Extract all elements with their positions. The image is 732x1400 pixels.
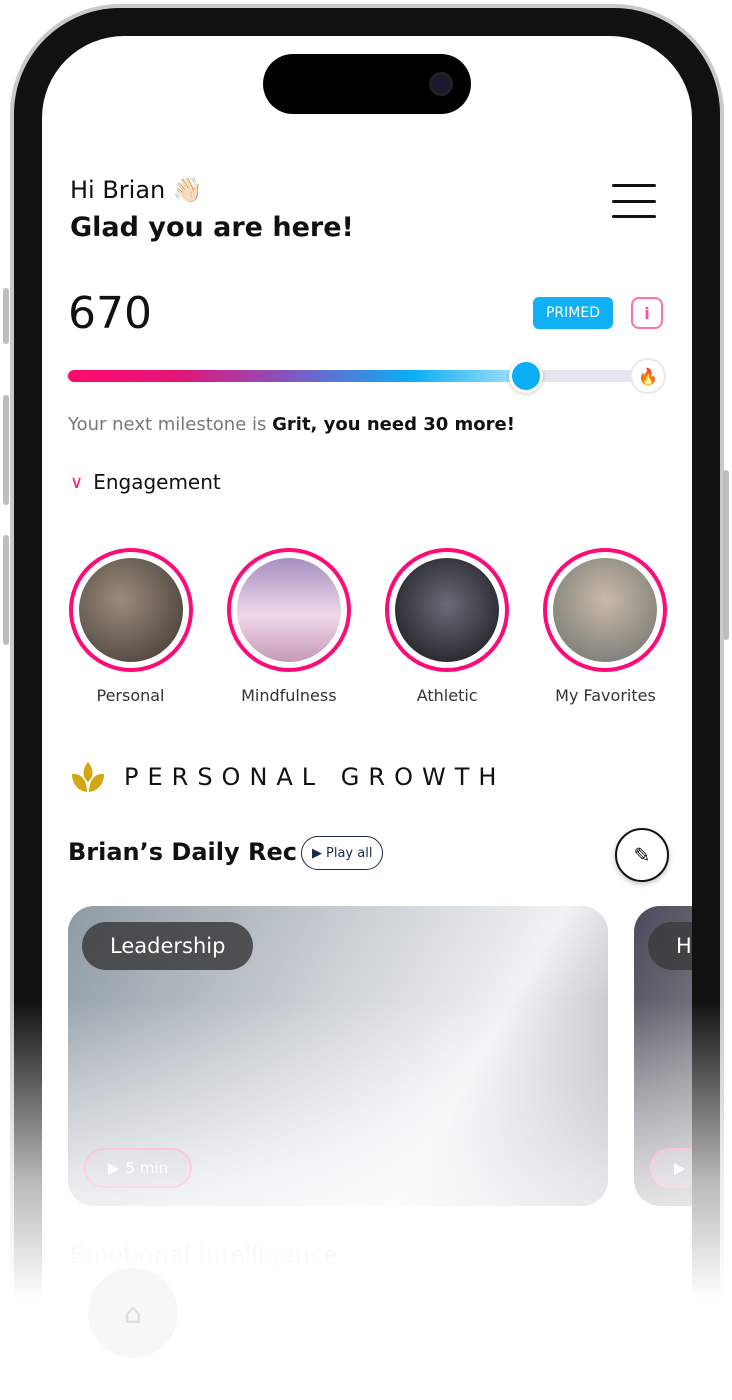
play-icon: ▶ [312,845,322,861]
category-athletic[interactable]: Athletic [385,548,510,705]
category-image [78,558,183,662]
play-icon: ▶ [674,1159,686,1177]
wave-icon: 👋🏻 [172,176,203,204]
next-section-title: Emotional Intelligence [70,1241,338,1269]
engagement-toggle[interactable]: ∨ Engagement [70,470,221,494]
milestone-text: Your next milestone is Grit, you need 30… [68,414,515,435]
category-image [395,558,500,662]
category-image [553,558,658,662]
score-value: 670 [68,288,152,339]
duration-button[interactable]: ▶ 5 min [84,1148,193,1188]
daily-rec-title: Brian’s Daily Rec [68,838,297,866]
leaf-logo-icon [72,762,104,792]
progress-bar [68,359,648,393]
volume-down-button [3,535,9,645]
info-icon[interactable]: i [631,297,663,329]
card-tag: Leadership [82,922,254,970]
category-image [236,558,341,662]
card-tag: H [648,922,692,970]
play-icon: ▶ [108,1159,120,1177]
category-list: Personal Mindfulness Athletic My Favorit… [68,548,668,705]
chevron-down-icon: ∨ [70,471,84,493]
mute-switch [3,288,9,344]
app-screen: Hi Brian 👋🏻 Glad you are here! 670 PRIME… [42,36,692,1400]
volume-up-button [3,395,9,505]
progress-thumb [509,359,544,393]
status-badge[interactable]: PRIMED [533,297,613,329]
section-header: PERSONAL GROWTH [70,760,505,794]
category-mindfulness[interactable]: Mindfulness [226,548,351,705]
pencil-icon: ✎ [633,843,651,867]
content-card[interactable]: H ▶ [634,906,692,1206]
duration-button[interactable]: ▶ [650,1148,692,1188]
greeting-subtitle: Glad you are here! [70,212,354,243]
content-card[interactable]: Leadership ▶ 5 min [68,906,608,1206]
home-nav-button[interactable]: ⌂ [88,1268,178,1358]
greeting: Hi Brian 👋🏻 [70,176,203,204]
power-button [723,470,729,640]
category-my-favorites[interactable]: My Favorites [543,548,668,705]
progress-fill [68,370,527,382]
category-personal[interactable]: Personal [68,548,193,705]
flame-icon: 🔥 [630,358,666,394]
home-icon: ⌂ [124,1296,142,1330]
camera-icon [429,72,453,96]
hamburger-menu-icon[interactable] [612,184,656,218]
dynamic-island [263,54,471,114]
play-all-button[interactable]: ▶ Play all [301,836,384,870]
edit-button[interactable]: ✎ [615,828,669,882]
